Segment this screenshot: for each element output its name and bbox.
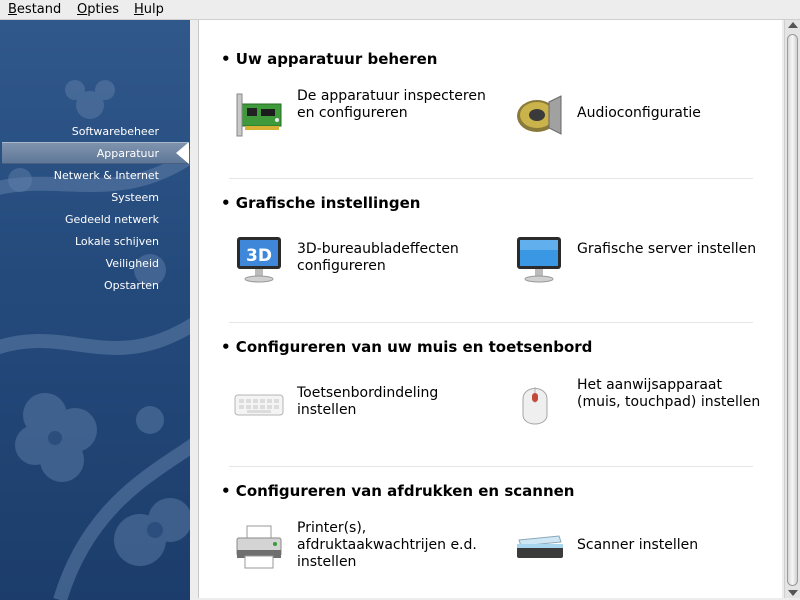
sidebar-selection-arrow [176, 142, 189, 164]
keyboard-icon [234, 394, 284, 416]
section-title-muis-toetsenbord: • Configureren van uw muis en toetsenbor… [221, 338, 593, 356]
tool-label: Scanner instellen [577, 537, 699, 553]
blossom-decoration [0, 80, 190, 600]
tool-scanner[interactable]: Scanner instellen [513, 520, 763, 580]
tool-label: Het aanwijsapparaat (muis, touchpad) ins… [577, 377, 761, 410]
sidebar-item-softwarebeheer[interactable]: Softwarebeheer [72, 125, 159, 138]
menu-bar: Bestand Opties Hulp [0, 0, 800, 20]
tool-label: Grafische server instellen [577, 241, 757, 257]
sidebar-item-lokale-schijven[interactable]: Lokale schijven [75, 235, 159, 248]
scroll-up-arrow-icon[interactable] [788, 22, 798, 28]
pci-card-icon [236, 93, 282, 137]
vertical-scrollbar[interactable] [784, 20, 800, 598]
sidebar-item-apparatuur[interactable]: Apparatuur [97, 147, 159, 160]
scanner-icon [517, 535, 563, 558]
main-content: • Uw apparatuur beheren De apparatuur in… [198, 20, 782, 598]
tool-printers[interactable]: Printer(s), afdruktaakwachtrijen e.d. in… [233, 520, 483, 580]
tool-label: Audioconfiguratie [577, 105, 701, 121]
section-title-afdrukken-scannen: • Configureren van afdrukken en scannen [221, 482, 575, 500]
svg-text:3D: 3D [246, 246, 272, 266]
sidebar-item-systeem[interactable]: Systeem [111, 191, 159, 204]
printer-icon [236, 525, 282, 569]
sidebar-item-netwerk-internet[interactable]: Netwerk & Internet [54, 169, 159, 182]
monitor-icon [517, 237, 561, 283]
tool-toetsenbordindeling[interactable]: Toetsenbordindeling instellen [233, 377, 483, 437]
sidebar-item-gedeeld-netwerk[interactable]: Gedeeld netwerk [65, 213, 159, 226]
menu-bestand[interactable]: Bestand [8, 2, 61, 17]
scrollbar-thumb[interactable] [787, 34, 798, 586]
sidebar: Softwarebeheer Apparatuur Netwerk & Inte… [0, 20, 190, 600]
section-divider [229, 466, 753, 467]
section-divider [229, 322, 753, 323]
tool-label: Toetsenbordindeling instellen [297, 385, 439, 418]
3d-monitor-icon: 3D [237, 237, 281, 283]
section-divider [229, 178, 753, 179]
section-title-apparatuur: • Uw apparatuur beheren [221, 50, 438, 68]
speaker-icon [517, 95, 562, 135]
tool-grafische-server[interactable]: Grafische server instellen [513, 233, 763, 293]
tool-aanwijsapparaat[interactable]: Het aanwijsapparaat (muis, touchpad) ins… [513, 377, 763, 437]
tool-label: Printer(s), afdruktaakwachtrijen e.d. in… [297, 520, 477, 570]
tool-audioconfiguratie[interactable]: Audioconfiguratie [513, 88, 763, 148]
sidebar-item-veiligheid[interactable]: Veiligheid [106, 257, 159, 270]
tool-label: 3D-bureaubladeffecten configureren [297, 241, 459, 274]
sidebar-selection-highlight [2, 142, 188, 164]
tool-apparatuur-inspecteren[interactable]: De apparatuur inspecteren en configurere… [233, 88, 486, 148]
section-title-grafisch: • Grafische instellingen [221, 194, 421, 212]
mouse-icon [522, 387, 548, 425]
sidebar-item-opstarten[interactable]: Opstarten [104, 279, 159, 292]
menu-opties[interactable]: Opties [77, 2, 119, 17]
tool-label: De apparatuur inspecteren en configurere… [297, 88, 486, 121]
tool-3d-effecten[interactable]: 3D 3D-bureaubladeffecten configureren [233, 233, 483, 293]
scroll-down-arrow-icon[interactable] [788, 590, 798, 596]
menu-hulp[interactable]: Hulp [134, 2, 164, 17]
